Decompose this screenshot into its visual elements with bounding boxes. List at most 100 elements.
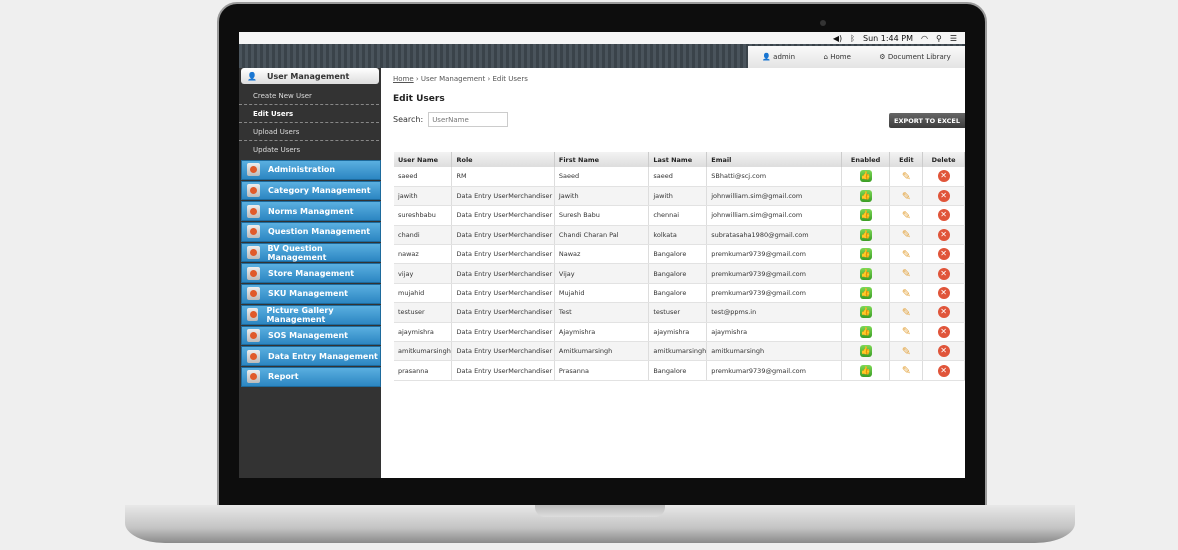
table-cell: Chandi Charan Pal (554, 225, 650, 246)
column-header: Edit (889, 152, 924, 167)
edit-icon[interactable]: ✎ (902, 267, 911, 280)
edit-icon[interactable]: ✎ (902, 345, 911, 358)
table-cell: Data Entry UserMerchandiser (451, 186, 555, 207)
enabled-icon[interactable]: 👍 (859, 228, 872, 241)
wifi-icon[interactable]: ◠ (921, 34, 928, 43)
enabled-icon[interactable]: 👍 (859, 287, 872, 300)
edit-icon[interactable]: ✎ (902, 190, 911, 203)
table-cell: mujahid (394, 283, 453, 304)
admin-link[interactable]: 👤 admin (762, 53, 795, 61)
table-cell: ✎ (889, 167, 924, 187)
delete-icon[interactable]: ✕ (937, 170, 950, 183)
list-icon[interactable]: ☰ (950, 34, 957, 43)
delete-icon[interactable]: ✕ (937, 248, 950, 261)
table-row: mujahid Data Entry UserMerchandiser Mujahi… (394, 283, 965, 304)
table-cell: Bangalore (648, 360, 708, 381)
table-cell: Data Entry UserMerchandiser (451, 322, 555, 343)
sidebar-item[interactable]: Picture Gallery Management (241, 304, 381, 325)
table-cell: amitkumarsingh (648, 341, 708, 362)
table-row: jawith Data Entry UserMerchandiser Jawith j… (394, 186, 965, 207)
table-cell: sureshbabu (394, 205, 453, 226)
table-cell: johnwilliam.sim@gmail.com (706, 205, 842, 226)
breadcrumb-user-management[interactable]: User Management (421, 75, 485, 83)
sidebar-item[interactable]: SOS Management (241, 325, 381, 346)
table-cell: ✕ (922, 186, 965, 207)
enabled-icon[interactable]: 👍 (859, 267, 872, 280)
home-link[interactable]: ⌂ Home (824, 53, 851, 61)
delete-icon[interactable]: ✕ (937, 287, 950, 300)
document-library-link[interactable]: ⚙ Document Library (879, 53, 950, 61)
enabled-icon[interactable]: 👍 (859, 170, 872, 183)
table-cell: Bangalore (648, 283, 708, 304)
sidebar-item[interactable]: Norms Managment (241, 201, 381, 222)
delete-icon[interactable]: ✕ (937, 325, 950, 338)
sidebar-item[interactable]: Data Entry Management (241, 346, 381, 366)
table-cell: Vijay (554, 263, 650, 284)
delete-icon[interactable]: ✕ (937, 345, 950, 358)
sidebar-item-label: Norms Managment (268, 206, 354, 216)
table-cell: ✎ (889, 283, 924, 304)
enabled-icon[interactable]: 👍 (859, 209, 872, 222)
edit-icon[interactable]: ✎ (902, 364, 911, 377)
edit-icon[interactable]: ✎ (902, 287, 911, 300)
table-cell: RM (451, 167, 555, 187)
sidebar-subitem[interactable]: Upload Users (239, 123, 379, 141)
table-cell: ✎ (889, 360, 924, 381)
menu-icon (247, 163, 260, 177)
enabled-icon[interactable]: 👍 (859, 325, 872, 338)
spotlight-icon[interactable]: ⚲ (936, 34, 942, 43)
breadcrumb-home[interactable]: Home (393, 75, 414, 83)
sidebar-item[interactable]: Category Management (241, 180, 381, 201)
table-cell: ✕ (922, 322, 965, 343)
edit-icon[interactable]: ✎ (902, 228, 911, 241)
sidebar-item[interactable]: SKU Management (241, 284, 381, 304)
delete-icon[interactable]: ✕ (937, 209, 950, 222)
table-cell: Bangalore (648, 244, 708, 265)
table-row: ajaymishra Data Entry UserMerchandiser Aja… (394, 322, 965, 343)
table-cell: Test (554, 302, 650, 323)
edit-icon[interactable]: ✎ (902, 170, 911, 183)
sidebar-item[interactable]: Question Management (241, 222, 381, 242)
table-cell: test@ppms.in (706, 302, 842, 323)
sidebar-subitem[interactable]: Edit Users (239, 105, 379, 123)
edit-icon[interactable]: ✎ (902, 325, 911, 338)
table-cell: chennai (648, 205, 708, 226)
column-header: First Name (554, 152, 650, 167)
table-cell: premkumar9739@gmail.com (706, 360, 842, 381)
delete-icon[interactable]: ✕ (937, 306, 950, 319)
enabled-icon[interactable]: 👍 (859, 248, 872, 261)
table-cell: Saeed (554, 167, 650, 187)
enabled-icon[interactable]: 👍 (859, 306, 872, 319)
clock[interactable]: Sun 1:44 PM (863, 34, 913, 43)
sidebar-item[interactable]: Store Management (241, 263, 381, 284)
table-cell: ✕ (922, 225, 965, 246)
sidebar-item[interactable]: Administration (241, 160, 381, 180)
delete-icon[interactable]: ✕ (937, 267, 950, 280)
enabled-icon[interactable]: 👍 (859, 364, 872, 377)
enabled-icon[interactable]: 👍 (859, 345, 872, 358)
sidebar-subitem[interactable]: Update Users (239, 141, 379, 158)
delete-icon[interactable]: ✕ (937, 190, 950, 203)
edit-icon[interactable]: ✎ (902, 209, 911, 222)
enabled-icon[interactable]: 👍 (859, 190, 872, 203)
sidebar-item[interactable]: BV Question Management (241, 242, 381, 263)
table-cell: subratasaha1980@gmail.com (706, 225, 842, 246)
table-cell: ajaymishra (394, 322, 453, 343)
table-cell: premkumar9739@gmail.com (706, 244, 842, 265)
table-cell: premkumar9739@gmail.com (706, 283, 842, 304)
edit-icon[interactable]: ✎ (902, 306, 911, 319)
search-bar: Search: (393, 112, 509, 127)
table-cell: premkumar9739@gmail.com (706, 263, 842, 284)
delete-icon[interactable]: ✕ (937, 228, 950, 241)
table-cell: johnwilliam.sim@gmail.com (706, 186, 842, 207)
volume-icon[interactable]: ◀) (833, 34, 842, 43)
bluetooth-icon[interactable]: ᛒ (850, 34, 855, 43)
search-input[interactable] (428, 112, 509, 127)
sidebar-item[interactable]: Report (241, 366, 381, 387)
sidebar-subitem[interactable]: Create New User (239, 87, 379, 105)
sidebar-section-user-management[interactable]: 👤 User Management (241, 68, 379, 84)
edit-icon[interactable]: ✎ (902, 248, 911, 261)
table-cell: ✕ (922, 244, 965, 265)
export-to-excel-button[interactable]: EXPORT TO EXCEL (889, 113, 965, 128)
delete-icon[interactable]: ✕ (937, 364, 950, 377)
